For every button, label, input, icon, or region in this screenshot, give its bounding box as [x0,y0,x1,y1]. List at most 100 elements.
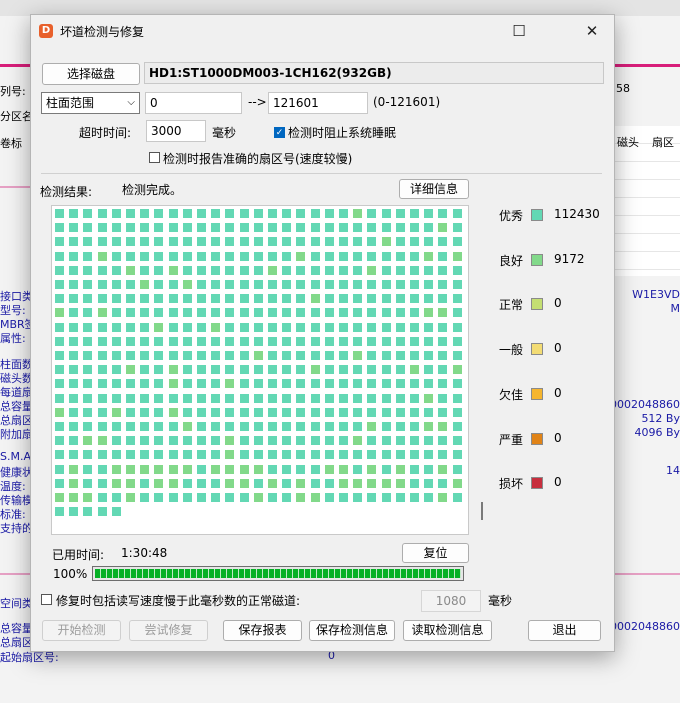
save-info-button[interactable]: 保存检测信息 [309,620,395,641]
sector-cell [338,293,349,305]
sector-cell [451,406,463,418]
sector-cell [380,435,392,447]
sector-cell [352,264,364,276]
range-start-input[interactable]: 0 [145,92,242,114]
repair-slow-checkbox[interactable] [41,594,52,605]
legend-swatch [531,432,543,445]
sector-cell [295,307,307,319]
read-info-button[interactable]: 读取检测信息 [403,620,492,641]
repair-slow-input[interactable]: 1080 [421,590,481,612]
sector-cell [68,435,80,447]
sector-cell [54,364,65,376]
sector-cell [267,264,278,276]
sector-cell [380,492,392,503]
sector-cell [437,378,449,390]
sector-cell [125,421,136,432]
sector-cell [409,236,420,248]
sector-cell [309,421,321,432]
sector-cell [167,222,179,234]
sector-cell [380,307,392,319]
exit-button[interactable]: 退出 [528,620,601,641]
details-button[interactable]: 详细信息 [399,179,469,199]
report-sector-checkbox[interactable] [149,152,160,163]
sector-cell [224,406,236,418]
sector-cell [366,406,378,418]
sector-cell [309,477,321,489]
sector-cell [295,279,307,290]
sector-cell [210,435,222,447]
scroll-indicator[interactable] [481,502,483,520]
app-icon: D [39,24,53,38]
reset-button[interactable]: 复位 [402,543,469,563]
sector-cell [82,350,94,361]
save-report-button[interactable]: 保存报表 [223,620,302,641]
sector-cell [181,406,193,418]
prevent-sleep-checkbox[interactable]: ✓ [274,127,285,138]
sector-cell [181,492,193,503]
close-icon[interactable]: ✕ [573,19,611,43]
sector-cell [96,421,108,432]
sector-cell [224,463,236,475]
sector-cell [409,477,420,489]
sector-cell [252,435,264,447]
sector-cell [196,492,207,503]
sector-cell [323,321,335,333]
start-detect-button[interactable]: 开始检测 [42,620,121,641]
maximize-icon[interactable]: ☐ [500,19,538,43]
sector-cell [110,236,122,248]
sector-cell [409,492,420,503]
sector-cell [68,378,80,390]
sector-cell [281,321,293,333]
sector-cell [451,293,463,305]
sector-cell [110,477,122,489]
sector-cell [167,477,179,489]
sector-cell [366,321,378,333]
sector-cell [196,477,207,489]
sector-cell [68,236,80,248]
sector-cell [295,406,307,418]
timeout-input[interactable]: 3000 [146,120,206,142]
sector-cell [437,222,449,234]
sector-cell [437,236,449,248]
sector-cell [295,463,307,475]
sector-cell [252,208,264,219]
sector-cell [224,208,236,219]
sector-cell [167,406,179,418]
sector-cell [125,279,136,290]
sector-cell [68,506,80,518]
background-value: 512 By [641,412,680,425]
sector-cell [323,477,335,489]
sector-cell [210,250,222,262]
sector-cell [267,279,278,290]
sector-cell [252,492,264,503]
sector-cell [82,506,94,518]
sector-cell [437,279,449,290]
sector-cell [267,350,278,361]
sector-cell [437,250,449,262]
sector-cell [139,293,151,305]
sector-cell [224,321,236,333]
sector-cell [267,335,278,347]
try-repair-button[interactable]: 尝试修复 [129,620,208,641]
background-label: S.M.A [0,450,31,463]
sector-cell [366,350,378,361]
sector-cell [394,406,406,418]
sector-cell [153,449,165,461]
sector-cell [267,378,278,390]
dialog-titlebar[interactable]: D 坏道检测与修复 ☐ ✕ [31,15,614,47]
sector-cell [352,307,364,319]
sector-cell [309,293,321,305]
sector-cell [139,307,151,319]
range-end-input[interactable]: 121601 [268,92,368,114]
sector-cell [323,392,335,404]
sector-cell [110,264,122,276]
sector-cell [409,222,420,234]
sector-cell [224,421,236,432]
sector-cell [394,378,406,390]
sector-cell [54,350,65,361]
sector-cell [281,463,293,475]
sector-cell [295,492,307,503]
range-mode-select[interactable]: 柱面范围 ⌵ [41,92,140,114]
sector-cell [238,378,250,390]
select-disk-button[interactable]: 选择磁盘 [42,63,140,85]
